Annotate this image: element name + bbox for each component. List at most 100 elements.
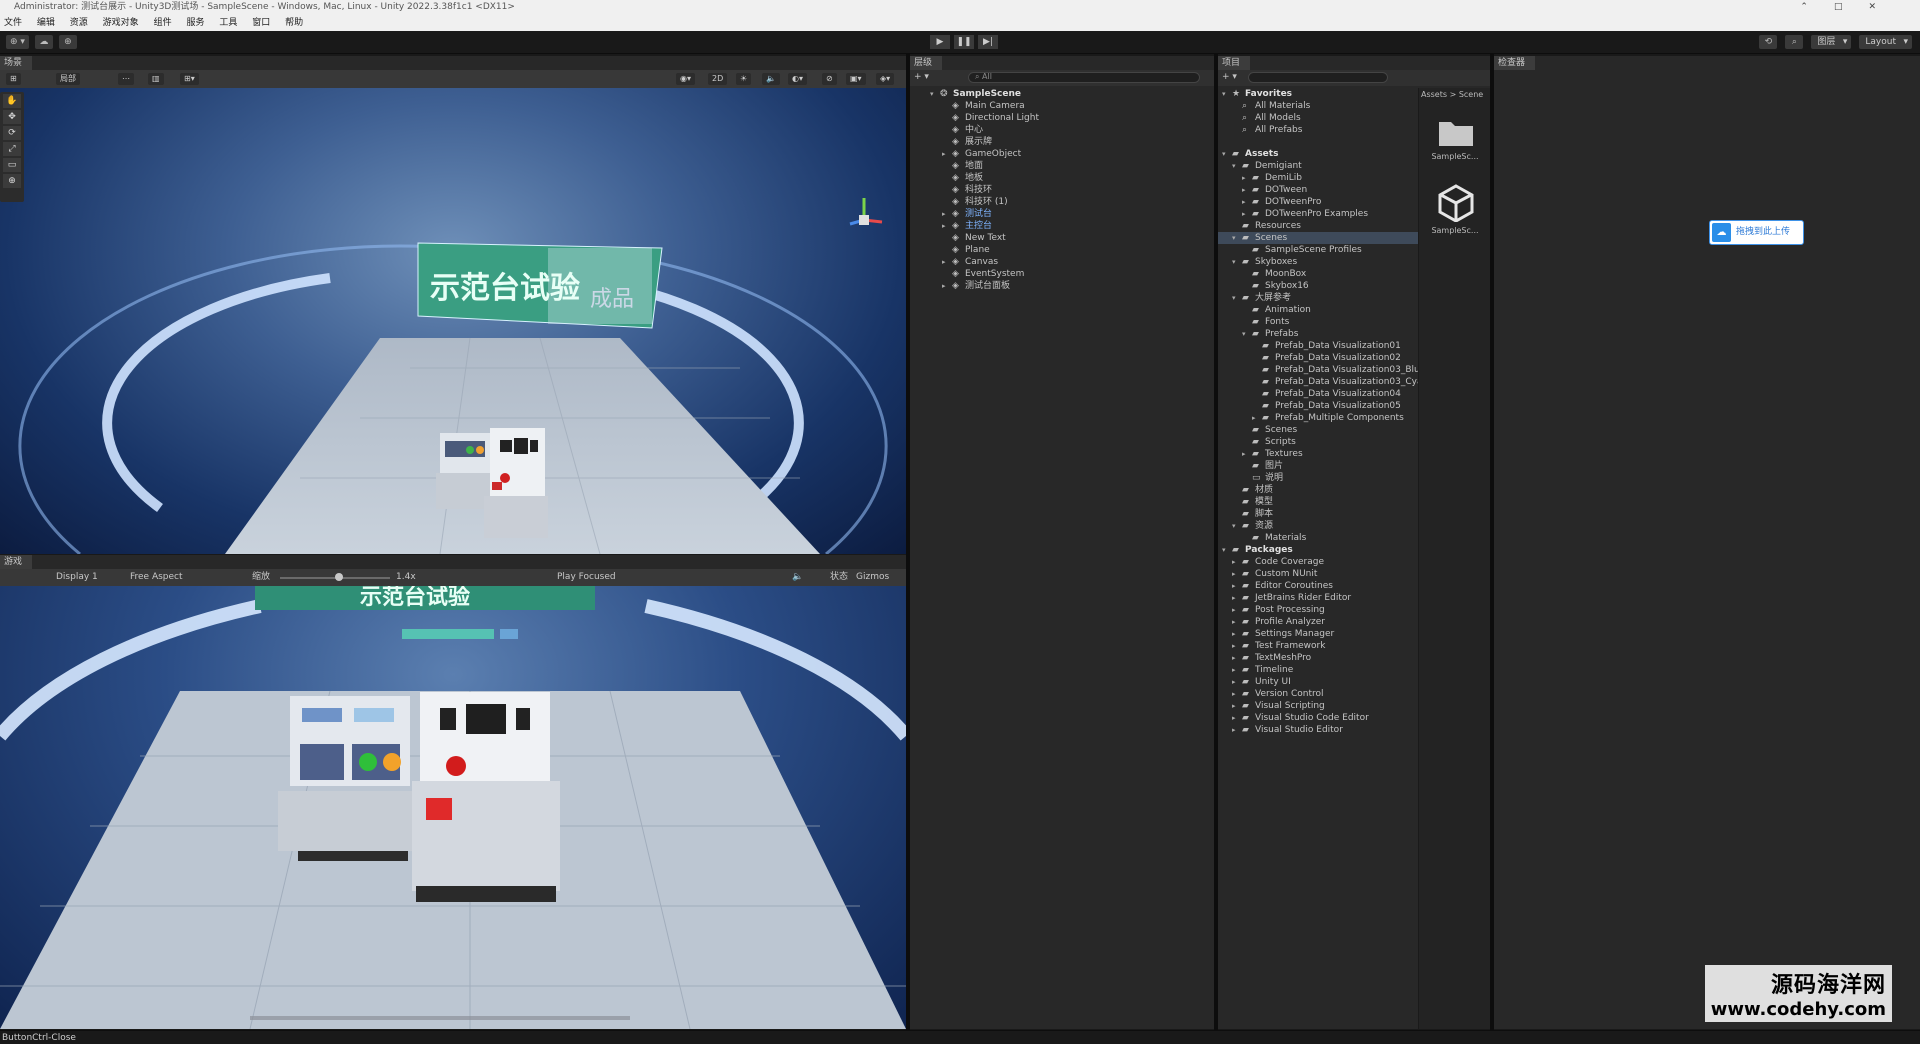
hierarchy-item[interactable]: ▸ ◈ 测试台 <box>910 208 1214 220</box>
collapse-arrow-icon[interactable]: ▸ <box>942 280 946 292</box>
scene-tool-transform[interactable]: ⊞ <box>6 73 21 85</box>
collapse-arrow-icon[interactable]: ▸ <box>1232 592 1236 604</box>
collapse-arrow-icon[interactable]: ▸ <box>1232 724 1236 736</box>
transform-tool-icon[interactable]: ⊕ <box>3 174 21 188</box>
hierarchy-item[interactable]: ▸ ◈ 主控台 <box>910 220 1214 232</box>
project-item[interactable]: ▰ Prefab_Data Visualization04 <box>1218 388 1418 400</box>
project-item[interactable]: ▾ ★ Favorites <box>1218 88 1418 100</box>
hierarchy-item[interactable]: ◈ 中心 <box>910 124 1214 136</box>
project-item[interactable]: ▸ ▰ Editor Coroutines <box>1218 580 1418 592</box>
expand-arrow-icon[interactable]: ▾ <box>1232 292 1236 304</box>
collapse-arrow-icon[interactable]: ▸ <box>1232 628 1236 640</box>
hierarchy-item[interactable]: ◈ 地板 <box>910 172 1214 184</box>
project-item[interactable]: ▸ ▰ Settings Manager <box>1218 628 1418 640</box>
menu-tools[interactable]: 工具 <box>219 18 237 28</box>
menu-assets[interactable]: 资源 <box>70 18 88 28</box>
menu-file[interactable]: 文件 <box>4 18 22 28</box>
hierarchy-item[interactable]: ▸ ◈ Canvas <box>910 256 1214 268</box>
project-item[interactable]: ▾ ▰ 资源 <box>1218 520 1418 532</box>
display-dropdown[interactable]: Display 1 <box>56 569 98 586</box>
project-item[interactable]: ⌕ All Prefabs <box>1218 124 1418 136</box>
project-item[interactable]: ▸ ▰ Prefab_Multiple Components <box>1218 412 1418 424</box>
game-viewport[interactable]: 示范台试验 <box>0 586 906 1029</box>
collapse-arrow-icon[interactable]: ▸ <box>1232 580 1236 592</box>
hierarchy-item[interactable]: ◈ EventSystem <box>910 268 1214 280</box>
asset-scene-thumb[interactable] <box>1437 184 1475 223</box>
move-tool-icon[interactable]: ✥ <box>3 110 21 124</box>
account-dropdown[interactable]: ⊕ ▾ <box>6 35 29 49</box>
asset-folder-thumb[interactable] <box>1437 116 1475 148</box>
tab-scene[interactable]: 场景 <box>0 56 33 70</box>
scene-tool-grid[interactable]: ⋯ <box>118 73 134 85</box>
project-item[interactable]: ▰ Prefab_Data Visualization02 <box>1218 352 1418 364</box>
hierarchy-item[interactable]: ◈ New Text <box>910 232 1214 244</box>
scene-tool-increment[interactable]: ⊞▾ <box>180 73 199 85</box>
collapse-arrow-icon[interactable]: ▸ <box>1232 556 1236 568</box>
collapse-arrow-icon[interactable]: ▸ <box>1232 604 1236 616</box>
tab-hierarchy[interactable]: 层级 <box>910 56 943 70</box>
scene-tool-pivot[interactable]: 局部 <box>56 73 80 85</box>
project-item[interactable]: ▰ Resources <box>1218 220 1418 232</box>
collapse-arrow-icon[interactable]: ▸ <box>1232 616 1236 628</box>
collapse-arrow-icon[interactable]: ▸ <box>1232 676 1236 688</box>
rotate-tool-icon[interactable]: ⟳ <box>3 126 21 140</box>
toggle-2d-button[interactable]: 2D <box>708 73 728 85</box>
collab-icon[interactable]: ⊕ <box>58 35 77 49</box>
collapse-arrow-icon[interactable]: ▸ <box>1232 640 1236 652</box>
menu-gameobject[interactable]: 游戏对象 <box>103 18 139 28</box>
menu-component[interactable]: 组件 <box>154 18 172 28</box>
project-item[interactable]: ▸ ▰ Profile Analyzer <box>1218 616 1418 628</box>
project-item[interactable]: ▸ ▰ Visual Studio Code Editor <box>1218 712 1418 724</box>
rect-tool-icon[interactable]: ▭ <box>3 158 21 172</box>
project-item[interactable]: ▰ Materials <box>1218 532 1418 544</box>
project-item[interactable]: ▰ Fonts <box>1218 316 1418 328</box>
project-item[interactable]: ▰ Prefab_Data Visualization01 <box>1218 340 1418 352</box>
project-item[interactable]: ▭ 说明 <box>1218 472 1418 484</box>
cloud-icon[interactable]: ☁ <box>34 35 53 49</box>
hierarchy-item[interactable]: ◈ Plane <box>910 244 1214 256</box>
project-item[interactable]: ▸ ▰ Code Coverage <box>1218 556 1418 568</box>
expand-arrow-icon[interactable]: ▾ <box>1232 520 1236 532</box>
scale-slider-knob[interactable] <box>335 573 343 581</box>
project-item[interactable]: ▾ ▰ Skyboxes <box>1218 256 1418 268</box>
collapse-arrow-icon[interactable]: ▸ <box>1232 652 1236 664</box>
menu-help[interactable]: 帮助 <box>285 18 303 28</box>
collapse-arrow-icon[interactable]: ▸ <box>1242 208 1246 220</box>
collapse-arrow-icon[interactable]: ▸ <box>1242 448 1246 460</box>
gizmos-game-dropdown[interactable]: Gizmos <box>856 569 889 586</box>
hierarchy-item[interactable]: ◈ 地面 <box>910 160 1214 172</box>
expand-arrow-icon[interactable]: ▾ <box>1222 544 1226 556</box>
hierarchy-item[interactable]: ▸ ◈ 测试台面板 <box>910 280 1214 292</box>
collapse-arrow-icon[interactable]: ▸ <box>1242 184 1246 196</box>
aspect-dropdown[interactable]: Free Aspect <box>130 569 183 586</box>
project-item[interactable]: ▸ ▰ DOTweenPro Examples <box>1218 208 1418 220</box>
project-item[interactable]: ▸ ▰ Unity UI <box>1218 676 1418 688</box>
project-item[interactable]: ▸ ▰ Custom NUnit <box>1218 568 1418 580</box>
hierarchy-item[interactable]: ◈ 科技环 <box>910 184 1214 196</box>
hierarchy-item[interactable]: ◈ 展示牌 <box>910 136 1214 148</box>
project-item[interactable]: ▾ ▰ Demigiant <box>1218 160 1418 172</box>
hierarchy-item[interactable]: ▸ ◈ GameObject <box>910 148 1214 160</box>
status-message[interactable]: ButtonCtrl-Close <box>2 1033 76 1043</box>
tab-inspector[interactable]: 检查器 <box>1494 56 1536 70</box>
scene-tool-snap[interactable]: ▥ <box>148 73 164 85</box>
expand-arrow-icon[interactable]: ▾ <box>1232 232 1236 244</box>
camera-dropdown[interactable]: ▣▾ <box>846 73 866 85</box>
project-item[interactable]: ▰ Prefab_Data Visualization03_Blue <box>1218 364 1425 376</box>
maximize-icon[interactable]: □ <box>1834 2 1869 12</box>
project-item[interactable]: ⌕ All Models <box>1218 112 1418 124</box>
play-mode-dropdown[interactable]: Play Focused <box>557 569 616 586</box>
project-item[interactable]: ▰ Prefab_Data Visualization05 <box>1218 400 1418 412</box>
project-item[interactable]: ▸ ▰ Visual Studio Editor <box>1218 724 1418 736</box>
project-item[interactable]: ▰ 图片 <box>1218 460 1418 472</box>
pause-button[interactable]: ❚❚ <box>954 35 974 49</box>
project-search-input[interactable] <box>1248 72 1388 83</box>
project-item[interactable]: ▸ ▰ Post Processing <box>1218 604 1418 616</box>
collapse-arrow-icon[interactable]: ▸ <box>1232 664 1236 676</box>
expand-arrow-icon[interactable]: ▾ <box>1232 160 1236 172</box>
hierarchy-add-button[interactable]: + ▾ <box>914 72 929 82</box>
expand-arrow-icon[interactable]: ▾ <box>1222 88 1226 100</box>
project-item[interactable]: ▰ 材质 <box>1218 484 1418 496</box>
audio-icon[interactable]: 🔈 <box>762 73 780 85</box>
project-item[interactable]: ▰ 模型 <box>1218 496 1418 508</box>
